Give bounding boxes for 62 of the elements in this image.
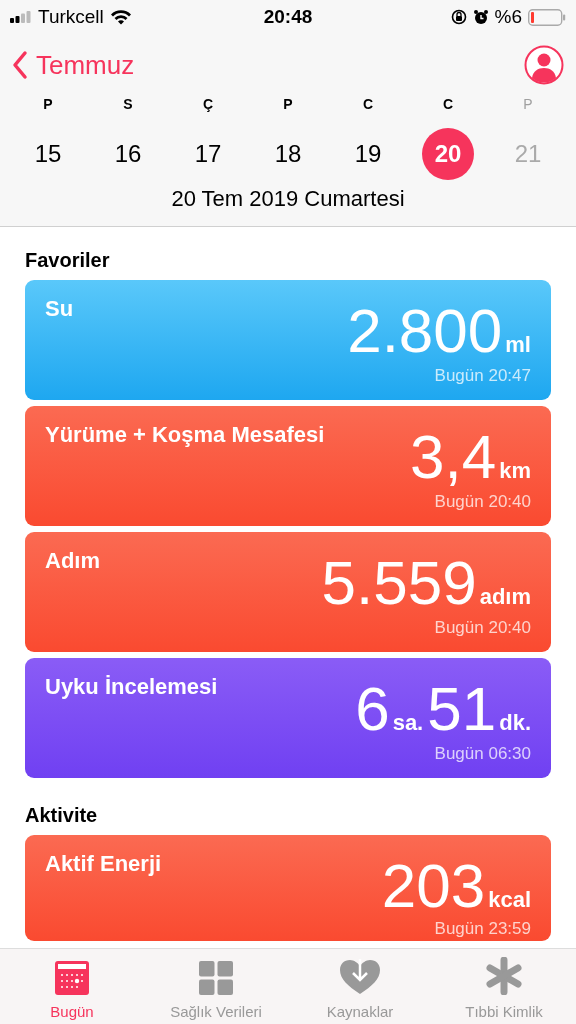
metric-card[interactable]: Aktif Enerji 203 kcal Bugün 23:59 (25, 835, 551, 941)
clock-time: 20:48 (263, 6, 313, 28)
tab-item[interactable]: Sağlık Verileri (144, 949, 288, 1024)
profile-avatar-icon[interactable] (524, 45, 564, 85)
day-button[interactable]: 18 (262, 128, 314, 180)
chevron-left-icon (12, 50, 28, 80)
metric-unit: adım (479, 586, 531, 608)
day-button[interactable]: 19 (342, 128, 394, 180)
alarm-icon (472, 9, 489, 25)
metric-unit: ml (505, 334, 531, 356)
weekday-letter: C (442, 96, 454, 112)
section-title: Aktivite (25, 803, 99, 828)
metric-time: Bugün 23:59 (433, 919, 531, 939)
grid-icon (199, 961, 233, 995)
metric-name: Aktif Enerji (45, 850, 162, 877)
metric-time: Bugün 20:40 (433, 492, 531, 512)
day-button[interactable]: 15 (22, 128, 74, 180)
calendar-icon (55, 961, 89, 995)
signal-icon (10, 11, 32, 23)
back-button[interactable]: Temmuz (12, 49, 135, 81)
tab-item[interactable]: Kaynaklar (288, 949, 432, 1024)
battery-icon (528, 8, 566, 26)
metric-time: Bugün 06:30 (433, 744, 531, 764)
day-button[interactable]: 20 (422, 128, 474, 180)
weekday-letter: P (523, 96, 533, 112)
weekday-letter: C (362, 96, 374, 112)
metric-unit: kcal (488, 889, 531, 911)
weekday-letter: P (283, 96, 293, 112)
rotation-lock-icon (450, 9, 467, 25)
metric-time: Bugün 20:40 (433, 618, 531, 638)
metric-unit: dk. (499, 712, 531, 734)
metric-unit: km (499, 460, 531, 482)
metric-name: Uyku İncelemesi (45, 673, 218, 700)
metric-name: Su (45, 295, 74, 322)
metric-card[interactable]: Yürüme + Koşma Mesafesi 3,4 km Bugün 20:40 (25, 406, 551, 526)
metric-card[interactable]: Su 2.800 ml Bugün 20:47 (25, 280, 551, 400)
carrier-name: Turkcell (38, 6, 104, 28)
metric-value: 203 (381, 855, 486, 917)
asterisk-icon (485, 957, 523, 995)
heart-download-icon (340, 959, 380, 995)
metric-name: Yürüme + Koşma Mesafesi (45, 421, 325, 448)
tab-item[interactable]: Bugün (0, 949, 144, 1024)
metric-value: 5.559 (321, 552, 477, 614)
date-title: 20 Tem 2019 Cumartesi (170, 185, 406, 213)
metric-name: Adım (45, 547, 100, 574)
metric-value: 3,4 (410, 426, 497, 488)
weekday-letter: Ç (202, 96, 214, 112)
metric-value: 6 (355, 678, 390, 740)
battery-percent: %6 (494, 6, 522, 28)
day-button[interactable]: 16 (102, 128, 154, 180)
metric-card[interactable]: Uyku İncelemesi 6 sa.51 dk. Bugün 06:30 (25, 658, 551, 778)
weekday-letter: P (43, 96, 53, 112)
section-title: Favoriler (25, 248, 111, 273)
metric-value: 51 (427, 678, 497, 740)
tab-item[interactable]: Tıbbi Kimlik (432, 949, 576, 1024)
weekday-letter: S (123, 96, 133, 112)
metric-value: 2.800 (347, 300, 503, 362)
wifi-icon (109, 9, 132, 25)
metric-time: Bugün 20:47 (433, 366, 531, 386)
metric-card[interactable]: Adım 5.559 adım Bugün 20:40 (25, 532, 551, 652)
metric-unit: sa. (392, 712, 424, 734)
day-button[interactable]: 17 (182, 128, 234, 180)
